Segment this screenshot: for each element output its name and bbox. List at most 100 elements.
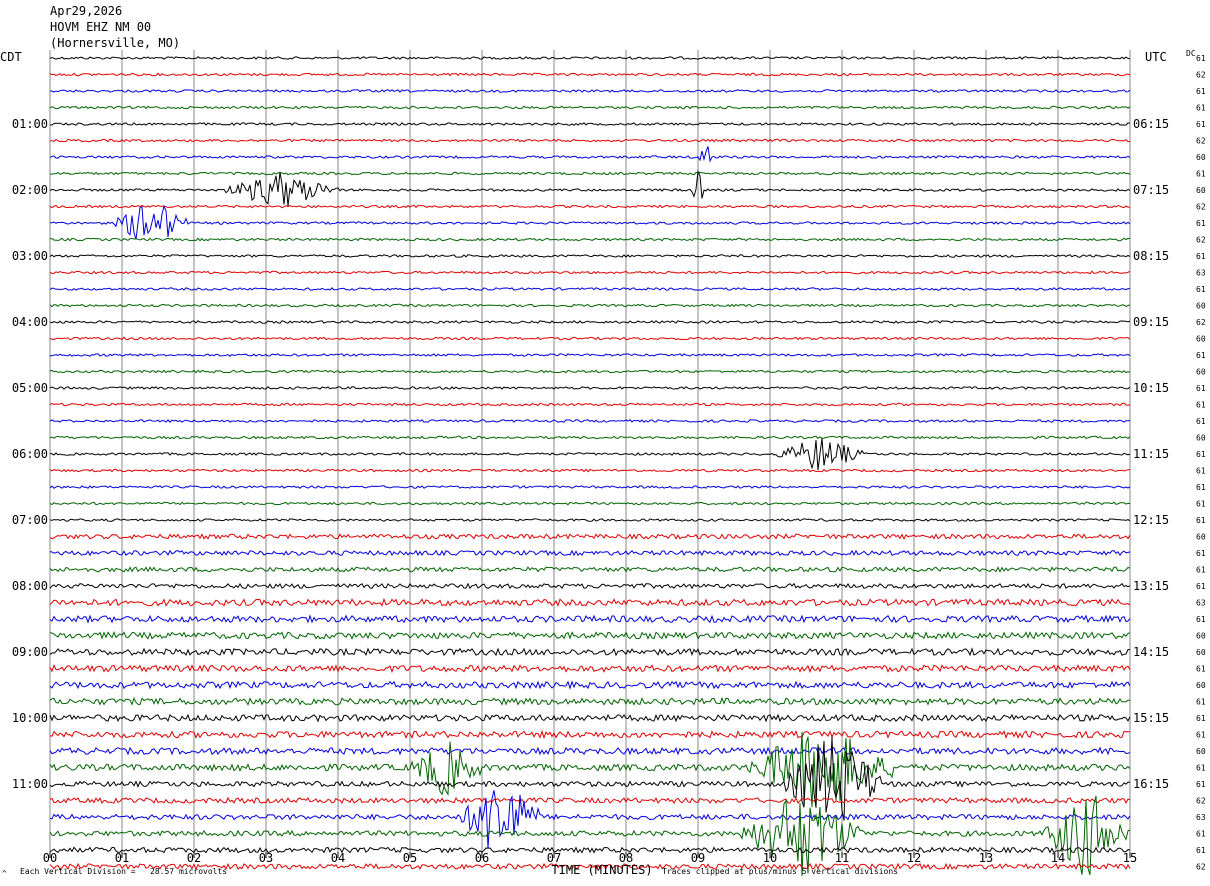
left-time-label: 07:00 — [12, 513, 48, 527]
trace-line — [49, 566, 1131, 573]
right-time-label: 07:15 — [1133, 183, 1169, 197]
x-tick-label: 09 — [691, 851, 705, 865]
dc-offset-value: 61 — [1196, 549, 1206, 558]
dc-offset-value: 61 — [1196, 54, 1206, 63]
dc-offset-value: 61 — [1196, 417, 1206, 426]
trace-line — [49, 438, 1131, 471]
trace-line — [49, 122, 1131, 126]
trace-line — [49, 89, 1131, 93]
trace-line — [49, 631, 1131, 640]
dc-offset-value: 60 — [1196, 368, 1206, 377]
left-time-label: 09:00 — [12, 645, 48, 659]
right-time-label: 08:15 — [1133, 249, 1169, 263]
right-timezone-label: UTC — [1145, 50, 1167, 64]
dc-offset-value: 62 — [1196, 203, 1206, 212]
dc-offset-value: 61 — [1196, 384, 1206, 393]
dc-offset-value: 61 — [1196, 582, 1206, 591]
dc-offset-value: 61 — [1196, 764, 1206, 773]
x-tick-label: 05 — [403, 851, 417, 865]
trace-line — [49, 468, 1131, 473]
dc-offset-value: 61 — [1196, 120, 1206, 129]
dc-offset-value: 61 — [1196, 285, 1206, 294]
dc-offset-value: 62 — [1196, 137, 1206, 146]
left-time-labels: 01:00 02:00 03:00 04:00 05:00 06:00 07:00 08:00… — [12, 117, 48, 791]
right-time-label: 11:15 — [1133, 447, 1169, 461]
x-axis-label: TIME (MINUTES) — [551, 863, 652, 877]
trace-line — [49, 353, 1131, 357]
station-label: HOVM EHZ NM 00 — [50, 20, 152, 34]
dc-offset-value: 61 — [1196, 351, 1206, 360]
dc-offset-value: 60 — [1196, 153, 1206, 162]
left-time-label: 03:00 — [12, 249, 48, 263]
trace-line — [49, 386, 1131, 390]
right-time-label: 14:15 — [1133, 645, 1169, 659]
left-time-label: 04:00 — [12, 315, 48, 329]
trace-line — [49, 105, 1131, 110]
x-tick-label: 15 — [1123, 851, 1137, 865]
dc-offset-labels: 61 62 61 61 61 62 60 61 60 62 61 62 61 63 61 60 62 60 61 60… — [1196, 54, 1206, 872]
trace-line — [49, 56, 1131, 60]
trace-line — [49, 237, 1131, 242]
trace-line — [49, 796, 1131, 805]
trace-line — [49, 501, 1131, 506]
seismic-traces — [49, 56, 1131, 876]
trace-line — [49, 664, 1131, 674]
left-time-label: 02:00 — [12, 183, 48, 197]
trace-line — [49, 647, 1131, 657]
left-time-label: 11:00 — [12, 777, 48, 791]
left-time-label: 10:00 — [12, 711, 48, 725]
trace-line — [49, 597, 1131, 607]
trace-line — [49, 846, 1131, 854]
x-tick-label: 03 — [259, 851, 273, 865]
dc-offset-value: 61 — [1196, 483, 1206, 492]
dc-offset-value: 63 — [1196, 813, 1206, 822]
x-tick-label: 12 — [907, 851, 921, 865]
dc-offset-value: 61 — [1196, 566, 1206, 575]
right-time-label: 10:15 — [1133, 381, 1169, 395]
trace-line — [49, 254, 1131, 258]
x-tick-label: 01 — [115, 851, 129, 865]
trace-line — [49, 303, 1131, 308]
dc-offset-value: 61 — [1196, 219, 1206, 228]
trace-line — [49, 518, 1131, 522]
trace-line — [49, 435, 1131, 440]
dc-offset-value: 61 — [1196, 170, 1206, 179]
dc-offset-value: 61 — [1196, 698, 1206, 707]
dc-offset-value: 61 — [1196, 731, 1206, 740]
x-tick-label: 14 — [1051, 851, 1065, 865]
x-tick-label: 02 — [187, 851, 201, 865]
dc-offset-value: 60 — [1196, 335, 1206, 344]
trace-line — [49, 320, 1131, 324]
dc-offset-value: 60 — [1196, 533, 1206, 542]
dc-offset-value: 61 — [1196, 252, 1206, 261]
right-time-label: 15:15 — [1133, 711, 1169, 725]
dc-offset-value: 60 — [1196, 747, 1206, 756]
trace-line — [49, 582, 1131, 590]
trace-line — [49, 146, 1131, 163]
right-time-label: 16:15 — [1133, 777, 1169, 791]
trace-line — [49, 270, 1131, 275]
trace-line — [49, 336, 1131, 341]
trace-line — [49, 549, 1131, 557]
dc-offset-value: 61 — [1196, 516, 1206, 525]
x-tick-label: 04 — [331, 851, 345, 865]
trace-line — [49, 169, 1131, 207]
dc-header-label: DC — [1186, 49, 1196, 58]
right-time-labels: 06:15 07:15 08:15 09:15 10:15 11:15 12:15 13:15… — [1133, 117, 1169, 791]
dc-offset-value: 62 — [1196, 71, 1206, 80]
right-time-label: 12:15 — [1133, 513, 1169, 527]
trace-line — [49, 287, 1131, 291]
helicorder-plot: 00 01 02 03 04 05 06 07 08 09 10 11 12 13 14 15 01:0002… — [12, 50, 1206, 877]
trace-line — [49, 369, 1131, 374]
dc-offset-value: 60 — [1196, 302, 1206, 311]
trace-line — [49, 138, 1131, 143]
trace-line — [49, 72, 1131, 77]
dc-offset-value: 61 — [1196, 780, 1206, 789]
trace-line — [49, 533, 1131, 540]
dc-offset-value: 61 — [1196, 830, 1206, 839]
dc-offset-value: 63 — [1196, 599, 1206, 608]
dc-offset-value: 61 — [1196, 500, 1206, 509]
dc-offset-value: 61 — [1196, 846, 1206, 855]
trace-line — [49, 204, 1131, 240]
dc-offset-value: 63 — [1196, 269, 1206, 278]
